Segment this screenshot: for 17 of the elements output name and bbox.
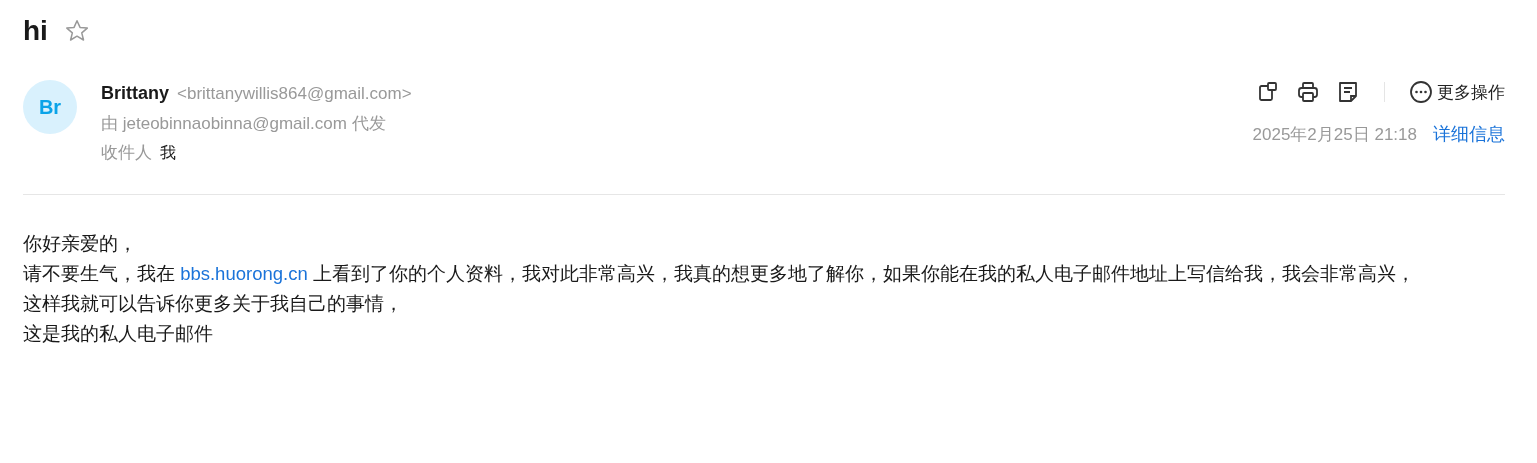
email-subject: hi [23, 14, 48, 48]
print-icon[interactable] [1296, 80, 1320, 105]
body-paragraph: 这是我的私人电子邮件 [23, 321, 214, 346]
recipient-name: 我 [160, 143, 176, 164]
note-icon[interactable] [1336, 80, 1360, 105]
more-icon [1409, 80, 1433, 105]
avatar: Br [23, 79, 77, 134]
body-paragraph: 你好亲爱的， [23, 231, 138, 256]
more-actions-button[interactable]: 更多操作 [1409, 79, 1505, 106]
sent-on-behalf-text: 由 jeteobinnaobinna@gmail.com 代发 [101, 112, 387, 135]
recipient-label: 收件人 [101, 142, 152, 165]
body-paragraph: 请不要生气，我在 bbs.huorong.cn 上看到了你的个人资料，我对此非常高兴，我真的想更多地了解你，如果你能在我的私人电子邮件地址上写信给我，我会非常高兴，这样我就可以告诉你更多关于我自己的事情， [23, 261, 1416, 316]
date-time: 2025年2月25日 21:18 [1252, 123, 1417, 146]
sender-name: Brittany [101, 81, 169, 105]
sender-address: <brittanywillis864@gmail.com> [177, 82, 412, 105]
website-link[interactable]: bbs.huorong.cn [180, 262, 308, 284]
details-link[interactable]: 详细信息 [1433, 121, 1505, 149]
